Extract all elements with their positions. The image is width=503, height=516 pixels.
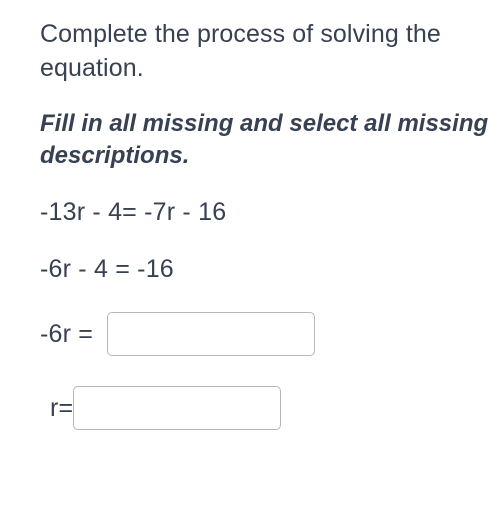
equation-step-4-lhs: r=	[50, 394, 73, 423]
exercise-container: Complete the process of solving the equa…	[0, 0, 503, 430]
equation-step-1: -13r - 4= -7r - 16	[40, 198, 503, 227]
answer-input-step-4[interactable]	[73, 386, 281, 430]
equation-step-4-row: r=	[50, 386, 503, 430]
equation-step-3-row: -6r =	[40, 312, 503, 356]
equation-step-2: -6r - 4 = -16	[40, 255, 503, 284]
answer-input-step-3[interactable]	[107, 312, 315, 356]
instruction-secondary: Fill in all missing and select all missi…	[40, 108, 503, 173]
instruction-primary: Complete the process of solving the equa…	[40, 18, 503, 86]
equation-step-3-lhs: -6r =	[40, 320, 93, 349]
